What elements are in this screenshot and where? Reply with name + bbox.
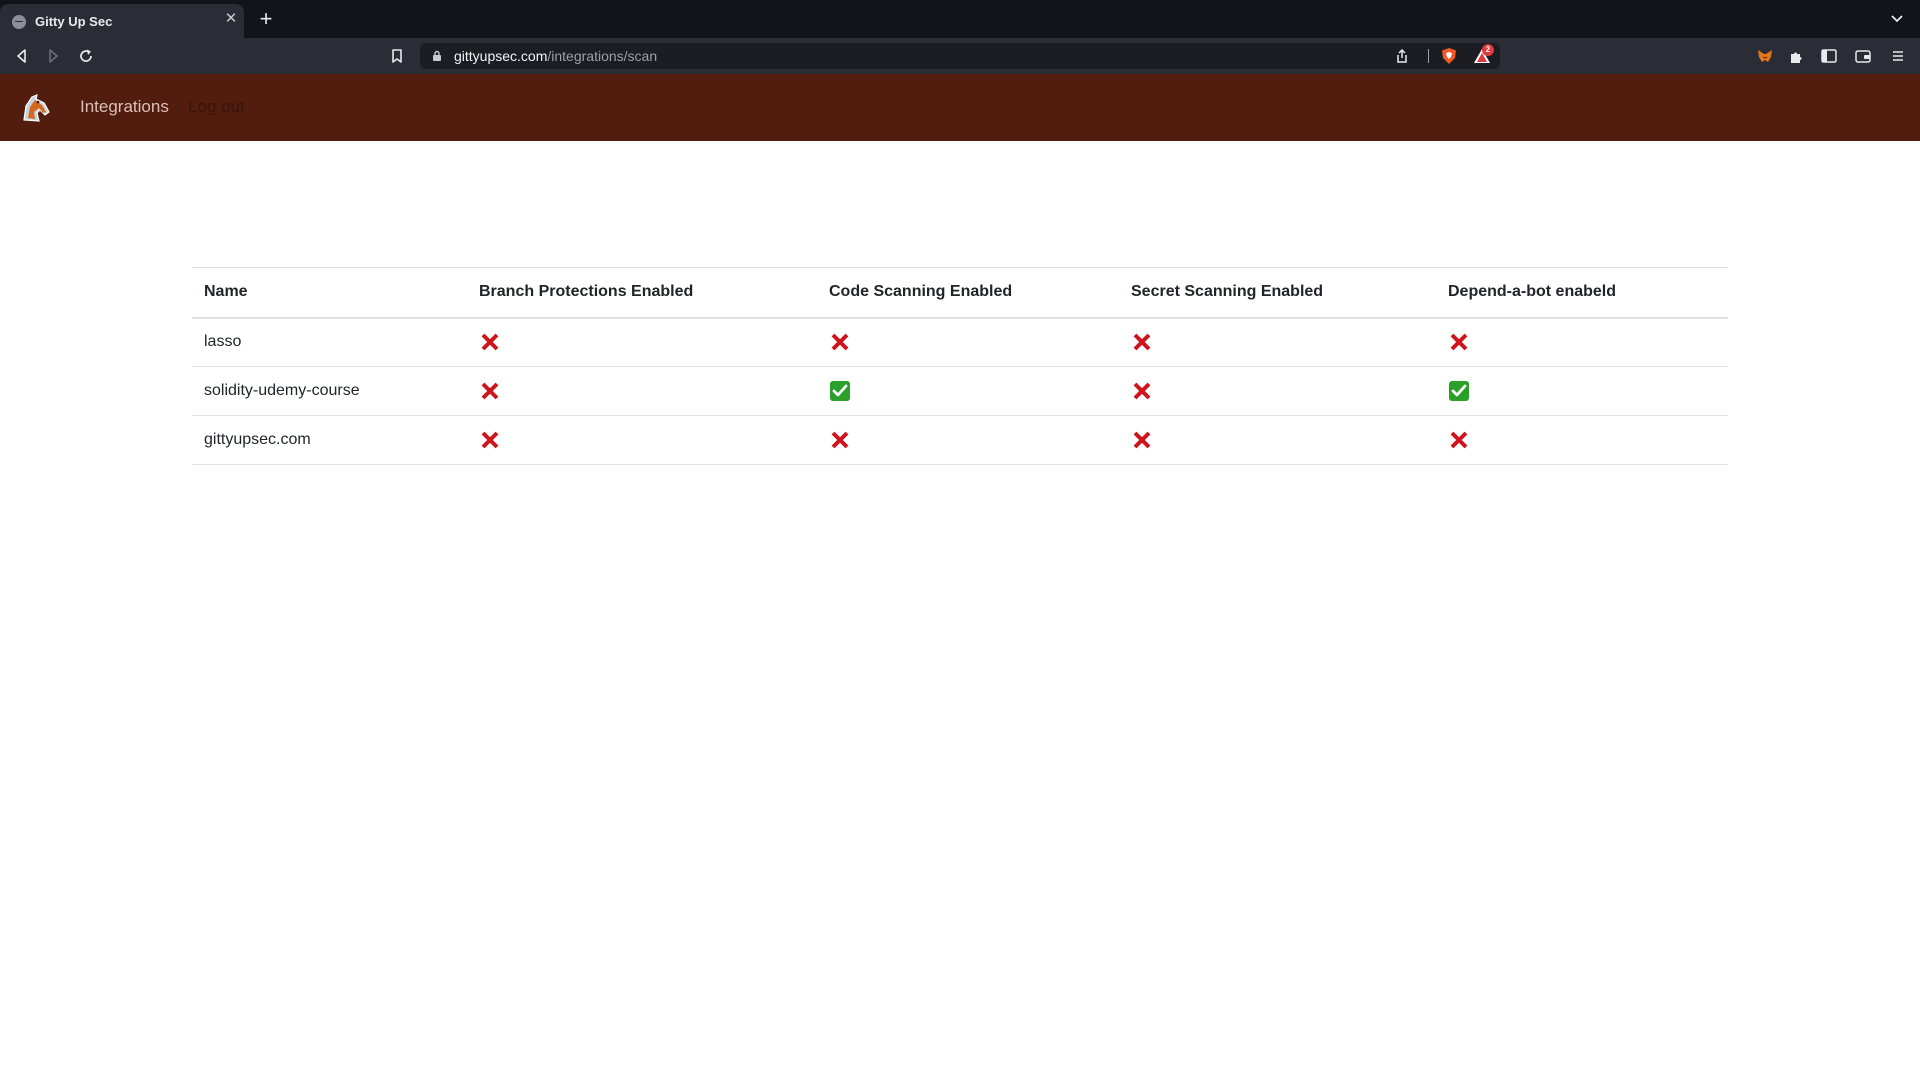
repo-name-cell: solidity-udemy-course [192, 366, 467, 416]
sidebar-icon[interactable] [1820, 47, 1838, 65]
browser-tab-strip: Gitty Up Sec ✕ + [0, 0, 1920, 38]
share-icon[interactable] [1394, 48, 1410, 64]
extensions-icon[interactable] [1788, 47, 1806, 65]
secret-scanning-status-cell [1119, 366, 1436, 416]
lock-icon [433, 50, 441, 61]
cross-mark-icon [831, 431, 849, 449]
chevron-down-icon[interactable] [1889, 11, 1905, 27]
cross-mark-icon [831, 333, 849, 351]
code-scanning-status-cell [817, 415, 1119, 465]
close-tab-icon[interactable]: ✕ [223, 11, 239, 27]
check-mark-icon [830, 381, 850, 401]
horse-logo-icon[interactable] [16, 88, 56, 128]
forward-icon[interactable] [44, 47, 62, 65]
column-header-secret-scanning: Secret Scanning Enabled [1119, 267, 1436, 319]
dependabot-status-cell [1436, 317, 1728, 367]
divider [1428, 49, 1429, 63]
dependabot-status-cell [1436, 366, 1728, 416]
secret-scanning-status-cell [1119, 317, 1436, 367]
branch-protections-status-cell [467, 366, 817, 416]
bookmark-icon[interactable] [388, 47, 406, 65]
rewards-badge: 2 [1482, 44, 1494, 56]
cross-mark-icon [481, 333, 499, 351]
code-scanning-status-cell [817, 366, 1119, 416]
cross-mark-icon [1133, 382, 1151, 400]
column-header-name: Name [192, 267, 467, 319]
metamask-extension-icon[interactable] [1756, 47, 1774, 65]
browser-tab[interactable]: Gitty Up Sec ✕ [0, 4, 244, 38]
table-body: lasso solidity-udemy-course gittyupsec.com [192, 317, 1728, 465]
url-path: /integrations/scan [547, 48, 658, 64]
table-row: solidity-udemy-course [192, 366, 1728, 416]
nav-link-logout[interactable]: Log out [188, 97, 245, 117]
column-header-dependabot: Depend-a-bot enabeld [1436, 267, 1728, 319]
branch-protections-status-cell [467, 415, 817, 465]
cross-mark-icon [1133, 333, 1151, 351]
nav-link-integrations[interactable]: Integrations [80, 97, 169, 117]
url-host: gittyupsec.com [454, 48, 548, 64]
check-mark-icon [1449, 381, 1469, 401]
cross-mark-icon [1133, 431, 1151, 449]
column-header-branch-protections: Branch Protections Enabled [467, 267, 817, 319]
code-scanning-status-cell [817, 317, 1119, 367]
branch-protections-status-cell [467, 317, 817, 367]
globe-icon [12, 15, 26, 29]
url-text: gittyupsec.com/integrations/scan [454, 48, 657, 64]
results-table: Name Branch Protections Enabled Code Sca… [192, 267, 1728, 465]
cross-mark-icon [1450, 333, 1468, 351]
table-row: gittyupsec.com [192, 415, 1728, 465]
repo-name-cell: lasso [192, 317, 467, 367]
column-header-code-scanning: Code Scanning Enabled [817, 267, 1119, 319]
scan-results-table: Name Branch Protections Enabled Code Sca… [192, 267, 1728, 465]
cross-mark-icon [1450, 431, 1468, 449]
dependabot-status-cell [1436, 415, 1728, 465]
table-header-row: Name Branch Protections Enabled Code Sca… [192, 267, 1728, 319]
menu-icon[interactable] [1889, 47, 1907, 65]
cross-mark-icon [481, 382, 499, 400]
address-bar[interactable]: gittyupsec.com/integrations/scan 2 [420, 43, 1500, 69]
secret-scanning-status-cell [1119, 415, 1436, 465]
new-tab-icon[interactable]: + [257, 8, 275, 30]
browser-toolbar: gittyupsec.com/integrations/scan 2 [0, 38, 1920, 74]
app-navbar: Integrations Log out [0, 74, 1920, 141]
repo-name-cell: gittyupsec.com [192, 415, 467, 465]
brave-shields-icon[interactable] [1440, 47, 1458, 65]
table-row: lasso [192, 317, 1728, 367]
cross-mark-icon [481, 431, 499, 449]
wallet-icon[interactable] [1854, 47, 1872, 65]
reload-icon[interactable] [77, 47, 95, 65]
back-icon[interactable] [13, 47, 31, 65]
tab-title: Gitty Up Sec [35, 14, 113, 29]
